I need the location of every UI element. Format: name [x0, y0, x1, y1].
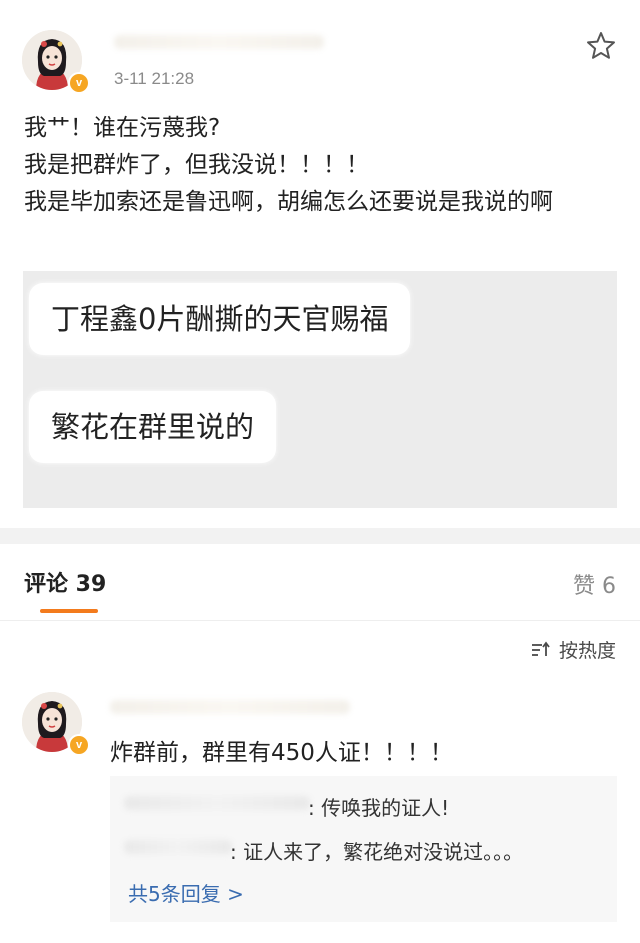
reply-line: : 证人来了，繁花绝对没说过。。。: [230, 840, 524, 864]
view-all-replies-link[interactable]: 共5条回复 >: [128, 878, 244, 907]
favorite-star-icon[interactable]: [585, 30, 617, 62]
verified-badge-icon: v: [68, 734, 90, 756]
post-body: 我艹！谁在污蔑我? 我是把群炸了，但我没说！！！！ 我是毕加索还是鲁迅啊，胡编怎…: [24, 110, 614, 221]
post-card: v 3-11 21:28 我艹！谁在污蔑我? 我是把群炸了，但我没说！！！！ 我…: [0, 0, 640, 528]
comment-text: 炸群前，群里有450人证！！！！: [110, 740, 453, 766]
section-divider: [0, 528, 640, 544]
post-line: 我艹！谁在污蔑我?: [24, 115, 221, 141]
sort-by-hot-button[interactable]: 按热度: [531, 636, 616, 663]
chat-bubble: 丁程鑫0片酬撕的天官赐福: [29, 283, 411, 355]
sort-label: 按热度: [558, 640, 616, 662]
chat-bubble: 繁花在群里说的: [29, 391, 277, 463]
post-image[interactable]: 丁程鑫0片酬撕的天官赐福 繁花在群里说的: [23, 271, 617, 508]
reply-line: : 传唤我的证人!: [308, 796, 450, 820]
reply-author-redacted: [124, 796, 310, 810]
active-tab-indicator: [40, 609, 98, 613]
tab-comments[interactable]: 评论 39: [24, 566, 106, 598]
author-name-redacted: [114, 35, 324, 49]
post-timestamp: 3-11 21:28: [114, 69, 195, 88]
post-line: 我是把群炸了，但我没说！！！！: [24, 152, 369, 178]
interaction-tabs: 评论 39 赞 6: [0, 544, 640, 621]
reply-author-redacted: [124, 840, 232, 854]
sort-icon: [531, 641, 550, 656]
tab-likes[interactable]: 赞 6: [573, 568, 616, 600]
commenter-name-redacted: [110, 700, 350, 714]
reply-preview[interactable]: : 传唤我的证人! : 证人来了，繁花绝对没说过。。。 共5条回复 >: [110, 776, 617, 922]
post-line: 我是毕加索还是鲁迅啊，胡编怎么还要说是我说的啊: [24, 189, 553, 215]
verified-badge-icon: v: [68, 72, 90, 94]
